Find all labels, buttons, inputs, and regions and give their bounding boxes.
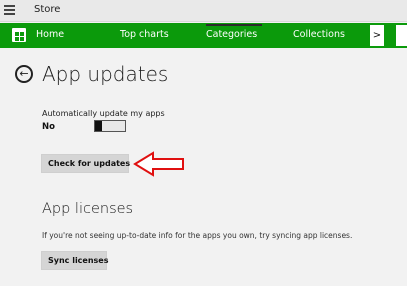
search-icon[interactable]	[396, 25, 407, 46]
sync-licenses-button[interactable]: Sync licenses	[41, 251, 109, 270]
licenses-description: If you're not seeing up-to-date info for…	[42, 231, 353, 240]
auto-update-toggle[interactable]	[94, 120, 126, 132]
nav-item-categories[interactable]: Categories	[206, 24, 263, 40]
nav-bar: Home Top charts Categories Collections >	[0, 23, 407, 48]
toggle-thumb	[95, 121, 102, 131]
nav-item-top-charts[interactable]: Top charts	[120, 29, 169, 40]
licenses-heading: App licenses	[42, 201, 134, 217]
auto-update-value: No	[42, 122, 55, 132]
store-bag-icon	[12, 28, 26, 42]
window-title: Store	[34, 4, 61, 15]
title-bar: Store	[0, 0, 407, 22]
auto-update-label: Automatically update my apps	[42, 109, 165, 118]
annotation-arrow-icon	[133, 151, 184, 177]
nav-item-collections[interactable]: Collections	[293, 29, 345, 40]
chevron-right-icon[interactable]: >	[370, 25, 384, 46]
back-arrow-icon[interactable]: ←	[15, 65, 33, 83]
nav-item-home[interactable]: Home	[36, 29, 64, 40]
page-title: App updates	[42, 62, 169, 86]
hamburger-icon[interactable]	[4, 5, 15, 15]
check-for-updates-button[interactable]: Check for updates	[41, 154, 130, 173]
